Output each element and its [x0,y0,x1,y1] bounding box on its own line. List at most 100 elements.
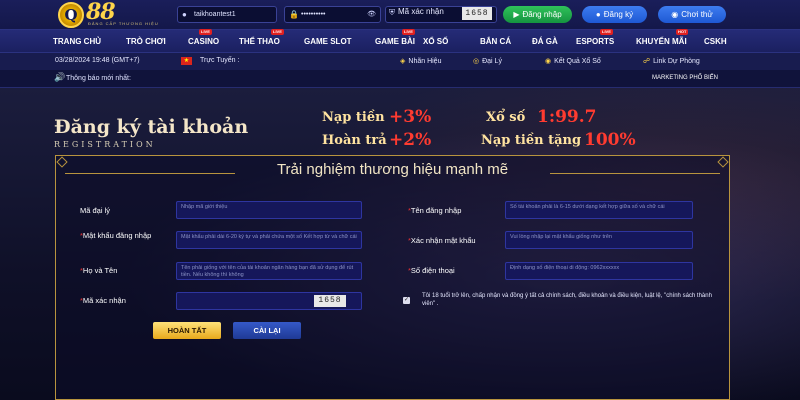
captcha-code-top[interactable]: 1658 [462,7,492,20]
link-label: Nhãn Hiệu [408,58,442,65]
nav-promotions[interactable]: KHUYẾN MÃI HOT [636,29,689,46]
hot-badge: HOT [676,29,689,35]
shield-icon: ⛨ [389,8,395,17]
confirm-password-label: *Xác nhận mật khẩu [408,236,476,246]
nav-cockfight[interactable]: ĐÁ GÀ [532,37,558,46]
promo-value-bonus: 100% [584,130,636,150]
promo-label-deposit: Nạp tiền [322,110,385,125]
nav-label: CSKH [704,37,727,46]
eye-icon[interactable]: 👁 [367,7,376,22]
user-plus-icon: ● [595,10,601,19]
nav-casino[interactable]: CASINO LIVE [188,29,220,46]
link-label: Đại Lý [482,58,502,65]
reset-button[interactable]: CÀI LẠI [233,322,301,339]
notice-marquee[interactable]: MARKETING PHỐ BIẾN [652,75,718,81]
nav-lottery[interactable]: XỔ SỐ [423,37,448,46]
agent-code-label: Mã đại lý [80,206,110,216]
link-lottery-results[interactable]: ◉ Kết Quả Xổ Số [545,57,601,65]
nav-label: CASINO [188,37,220,46]
label-text: Mã xác nhận [82,296,126,305]
nav-home[interactable]: TRANG CHỦ [53,37,101,46]
gamepad-icon: ◉ [671,10,679,19]
login-button[interactable]: ▶ Đăng nhập [503,6,572,23]
nav-label: XỔ SỐ [423,37,449,46]
captcha-label-top: Mã xác nhận [398,7,444,16]
page-title: Đăng ký tài khoản [54,116,249,138]
nav-fishing[interactable]: BẮN CÁ [480,37,511,46]
nav-card-games[interactable]: GAME BÀI LIVE [375,29,415,46]
nav-label: GAME BÀI [375,37,415,46]
live-badge: LIVE [600,29,613,35]
nav-label: TRÒ CHƠI [126,37,166,46]
fullname-label: *Họ và Tên [80,266,117,276]
link-brand[interactable]: ◈ Nhãn Hiệu [400,57,441,65]
nav-support[interactable]: CSKH [704,37,727,46]
notice-bar: 🔊 Thông báo mới nhất: MARKETING PHỐ BIẾN [0,70,800,88]
nav-slot[interactable]: GAME SLOT [304,37,352,46]
terms-checkbox[interactable]: ✓ [403,297,410,304]
captcha-code[interactable]: 1658 [314,295,346,307]
live-badge: LIVE [271,29,284,35]
nav-label: THỂ THAO [239,37,280,46]
online-label: Trực Tuyến : [200,57,240,64]
submit-button[interactable]: HOÀN TẤT [153,322,221,339]
login-label: Đăng nhập [522,10,562,19]
datetime: 03/28/2024 19:48 (GMT+7) [55,57,140,64]
phone-label: *Số điện thoại [408,266,455,276]
ball-icon: ◉ [545,58,552,65]
nav-label: ESPORTS [576,37,615,46]
live-badge: LIVE [199,29,212,35]
password-input[interactable]: Mật khẩu phải dài 6-20 ký tự và phải chứ… [176,231,362,249]
main-nav: TRANG CHỦ TRÒ CHƠI CASINO LIVE THỂ THAO LI… [0,29,800,52]
password-mask: •••••••••• [301,11,326,18]
promo-value-rebate: +2% [389,130,432,150]
demo-button[interactable]: ◉ Chơi thử [658,6,726,23]
nav-label: TRANG CHỦ [53,37,101,46]
label-text: Xác nhận mật khẩu [410,236,476,245]
nav-sports[interactable]: THỂ THAO LIVE [239,29,284,46]
promo-value-lottery: 1:99.7 [537,107,597,127]
handshake-icon: ◎ [473,58,480,65]
label-text: Mã đại lý [80,206,111,215]
promo-label-lottery: Xổ số [486,110,526,125]
nav-label: GAME SLOT [304,37,352,46]
link-agent[interactable]: ◎ Đại Lý [473,57,502,65]
nav-esports[interactable]: ESPORTS LIVE [576,29,615,46]
live-badge: LIVE [402,29,415,35]
link-backup[interactable]: ☍ Link Dự Phòng [643,57,700,65]
phone-input[interactable]: Định dạng số điện thoại di động: 0962xxx… [505,262,693,280]
promo-value-deposit: +3% [389,107,432,127]
password-field-top[interactable]: 🔒 •••••••••• 👁 [284,6,381,23]
nav-label: ĐÁ GÀ [532,37,558,46]
agent-code-input[interactable]: Nhập mã giới thiệu [176,201,362,219]
label-text: Mật khẩu đăng nhập [82,231,152,240]
nav-label: KHUYẾN MÃI [636,37,687,46]
logo-emblem: Q [58,2,84,28]
link-icon: ☍ [643,58,651,65]
username-value: taikhoantest1 [194,11,236,18]
vietnam-flag-icon[interactable]: ★ [181,57,192,65]
promo-label-bonus: Nạp tiền tặng [481,133,582,148]
register-label: Đăng ký [603,10,634,19]
link-label: Kết Quả Xổ Số [554,58,601,65]
notice-title: Thông báo mới nhất: [66,75,131,82]
register-button[interactable]: ● Đăng ký [582,6,647,23]
username-input[interactable]: Số tài khoản phải là 6-15 dưới dạng kết … [505,201,693,219]
password-label: *Mật khẩu đăng nhập [80,231,160,241]
label-text: Tên đăng nhập [410,206,462,215]
link-label: Link Dự Phòng [653,58,700,65]
info-bar: 03/28/2024 19:48 (GMT+7) ★ Trực Tuyến : … [0,52,800,70]
nav-games[interactable]: TRÒ CHƠI [126,37,166,46]
form-heading: Trải nghiệm thương hiệu mạnh mẽ [276,161,509,178]
page-subtitle: REGISTRATION [54,140,156,149]
username-field-top[interactable]: ● taikhoantest1 [177,6,277,23]
label-text: Họ và Tên [82,266,118,275]
fullname-input[interactable]: Tên phải giống với tên của tài khoản ngâ… [176,262,362,280]
logo[interactable]: Q 88 ĐẲNG CẤP THƯƠNG HIỆU [58,0,162,28]
logo-tagline: ĐẲNG CẤP THƯƠNG HIỆU [88,21,159,26]
login-icon: ▶ [513,10,520,19]
user-icon: ● [182,10,187,19]
label-text: Số điện thoại [410,266,455,275]
confirm-password-input[interactable]: Vui lòng nhập lại mật khẩu giống như trê… [505,231,693,249]
terms-text: Tôi 18 tuổi trở lên, chấp nhận và đồng ý… [422,293,712,307]
